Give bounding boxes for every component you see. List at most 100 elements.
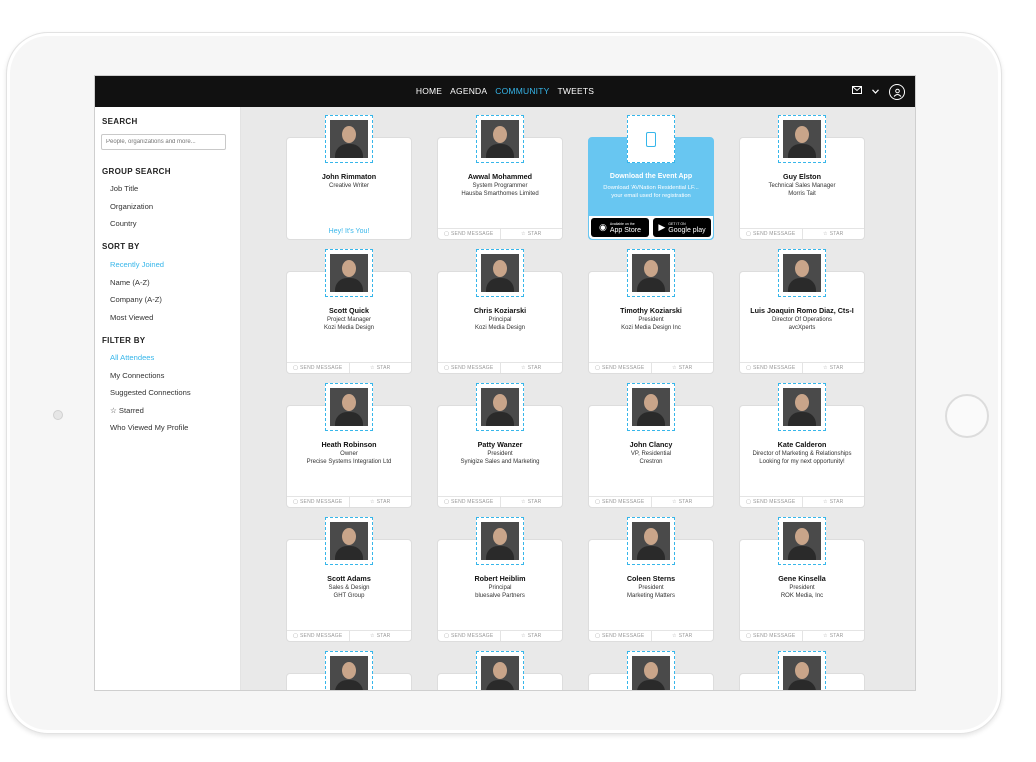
attendee-photo[interactable] bbox=[325, 383, 373, 431]
send-message-button[interactable]: ▢ SEND MESSAGE bbox=[438, 631, 500, 641]
star-button[interactable]: ☆ STAR bbox=[801, 363, 865, 373]
attendee-photo[interactable] bbox=[778, 517, 826, 565]
attendee-photo[interactable] bbox=[325, 115, 373, 163]
send-message-button[interactable]: ▢ SEND MESSAGE bbox=[287, 631, 349, 641]
attendee-photo[interactable] bbox=[778, 249, 826, 297]
send-message-button[interactable]: ▢ SEND MESSAGE bbox=[438, 229, 500, 239]
sort-item-company-a-z[interactable]: Company (A-Z) bbox=[110, 295, 162, 304]
user-avatar-icon[interactable] bbox=[889, 84, 905, 100]
star-button[interactable]: ☆ STAR bbox=[801, 631, 865, 641]
attendee-card[interactable]: Patty Wanzer President Synigize Sales and … bbox=[437, 383, 563, 508]
nav-link-agenda[interactable]: AGENDA bbox=[450, 76, 487, 107]
filter-item-my-connections[interactable]: My Connections bbox=[110, 371, 164, 380]
attendee-card[interactable]: ▢SEND MESSAGE☆STAR bbox=[739, 651, 865, 690]
attendee-photo[interactable] bbox=[476, 249, 524, 297]
attendee-name[interactable]: Guy Elston bbox=[740, 172, 864, 181]
attendee-card[interactable]: Scott Adams Sales & Design GHT Group ▢ SEND … bbox=[286, 517, 412, 642]
filter-item-all-attendees[interactable]: All Attendees bbox=[110, 353, 154, 362]
attendee-card[interactable]: Luis Joaquin Romo Diaz, Cts-I Director Of… bbox=[739, 249, 865, 374]
attendee-photo[interactable] bbox=[627, 249, 675, 297]
attendee-card[interactable]: ▢SEND MESSAGE☆STAR bbox=[437, 651, 563, 690]
nav-link-tweets[interactable]: TWEETS bbox=[558, 76, 595, 107]
send-message-button[interactable]: ▢ SEND MESSAGE bbox=[287, 363, 349, 373]
group-item-organization[interactable]: Organization bbox=[110, 202, 153, 211]
attendee-name[interactable]: Coleen Sterns bbox=[589, 574, 713, 583]
star-button[interactable]: ☆ STAR bbox=[801, 497, 865, 507]
sort-item-name-a-z[interactable]: Name (A-Z) bbox=[110, 278, 150, 287]
attendee-photo[interactable] bbox=[325, 517, 373, 565]
attendee-name[interactable]: Timothy Koziarski bbox=[589, 306, 713, 315]
attendee-card[interactable]: Chris Koziarski Principal Kozi Media Desig… bbox=[437, 249, 563, 374]
attendee-card[interactable]: Robert Heiblim Principal bluesalve Partner… bbox=[437, 517, 563, 642]
sort-item-most-viewed[interactable]: Most Viewed bbox=[110, 313, 153, 322]
attendee-card[interactable]: Coleen Sterns President Marketing Matters ▢… bbox=[588, 517, 714, 642]
nav-link-home[interactable]: HOME bbox=[416, 76, 442, 107]
attendee-photo[interactable] bbox=[778, 651, 826, 690]
star-button[interactable]: ☆ STAR bbox=[499, 229, 563, 239]
attendee-name[interactable]: Luis Joaquin Romo Diaz, Cts-I bbox=[740, 306, 864, 315]
attendee-card[interactable]: Guy Elston Technical Sales Manager Morris … bbox=[739, 115, 865, 240]
attendee-name[interactable]: Gene Kinsella bbox=[740, 574, 864, 583]
star-button[interactable]: ☆ STAR bbox=[650, 363, 714, 373]
star-button[interactable]: ☆ STAR bbox=[348, 631, 412, 641]
attendee-card[interactable]: ▢SEND MESSAGE☆STAR bbox=[588, 651, 714, 690]
attendee-card[interactable]: John Clancy VP, Residential Crestron ▢ SEND … bbox=[588, 383, 714, 508]
star-button[interactable]: ☆ STAR bbox=[650, 497, 714, 507]
group-item-job-title[interactable]: Job Title bbox=[110, 184, 138, 193]
attendee-name[interactable]: John Rimmaton bbox=[287, 172, 411, 181]
send-message-button[interactable]: ▢ SEND MESSAGE bbox=[740, 363, 802, 373]
attendee-photo[interactable] bbox=[325, 249, 373, 297]
attendee-photo[interactable] bbox=[476, 115, 524, 163]
filter-item-suggested-connections[interactable]: Suggested Connections bbox=[110, 388, 191, 397]
send-message-button[interactable]: ▢ SEND MESSAGE bbox=[287, 497, 349, 507]
attendee-name[interactable]: Robert Heiblim bbox=[438, 574, 562, 583]
group-item-country[interactable]: Country bbox=[110, 219, 137, 228]
attendee-photo[interactable] bbox=[476, 517, 524, 565]
filter-item-who-viewed-my-profile[interactable]: Who Viewed My Profile bbox=[110, 423, 188, 432]
home-button[interactable] bbox=[945, 394, 989, 438]
attendee-name[interactable]: Scott Quick bbox=[287, 306, 411, 315]
attendee-photo[interactable] bbox=[476, 383, 524, 431]
attendee-photo[interactable] bbox=[627, 383, 675, 431]
send-message-button[interactable]: ▢ SEND MESSAGE bbox=[740, 497, 802, 507]
star-button[interactable]: ☆ STAR bbox=[499, 363, 563, 373]
filter-item-starred[interactable]: ☆ Starred bbox=[110, 406, 144, 415]
send-message-button[interactable]: ▢ SEND MESSAGE bbox=[589, 631, 651, 641]
attendee-card[interactable]: Gene Kinsella President ROK Media, Inc ▢ SEN… bbox=[739, 517, 865, 642]
star-button[interactable]: ☆ STAR bbox=[801, 229, 865, 239]
nav-link-community[interactable]: COMMUNITY bbox=[495, 76, 549, 107]
send-message-button[interactable]: ▢ SEND MESSAGE bbox=[589, 497, 651, 507]
google-play-button[interactable]: ▶ GET IT ON Google play bbox=[653, 218, 711, 237]
attendee-name[interactable]: Heath Robinson bbox=[287, 440, 411, 449]
attendee-card[interactable]: Awwal Mohammed System Programmer Hausba Sm… bbox=[437, 115, 563, 240]
attendee-card[interactable]: Kate Calderon Director of Marketing & Rel… bbox=[739, 383, 865, 508]
attendee-name[interactable]: John Clancy bbox=[589, 440, 713, 449]
star-button[interactable]: ☆ STAR bbox=[499, 631, 563, 641]
attendee-photo[interactable] bbox=[325, 651, 373, 690]
send-message-button[interactable]: ▢ SEND MESSAGE bbox=[438, 363, 500, 373]
attendee-name[interactable]: Chris Koziarski bbox=[438, 306, 562, 315]
attendee-photo[interactable] bbox=[476, 651, 524, 690]
attendee-photo[interactable] bbox=[778, 115, 826, 163]
search-input[interactable] bbox=[101, 134, 226, 150]
attendee-card[interactable]: Scott Quick Project Manager Kozi Media Des… bbox=[286, 249, 412, 374]
attendee-card[interactable]: John Rimmaton Creative Writer Hey! It's Yo… bbox=[286, 115, 412, 240]
star-button[interactable]: ☆ STAR bbox=[499, 497, 563, 507]
star-button[interactable]: ☆ STAR bbox=[348, 363, 412, 373]
download-app-card[interactable]: Download the Event App Download 'AVNation… bbox=[588, 115, 714, 240]
attendee-card[interactable]: Heath Robinson Owner Precise Systems Integ… bbox=[286, 383, 412, 508]
attendee-photo[interactable] bbox=[627, 651, 675, 690]
send-message-button[interactable]: ▢ SEND MESSAGE bbox=[740, 631, 802, 641]
send-message-button[interactable]: ▢ SEND MESSAGE bbox=[589, 363, 651, 373]
attendee-card[interactable]: ▢SEND MESSAGE☆STAR bbox=[286, 651, 412, 690]
attendee-name[interactable]: Awwal Mohammed bbox=[438, 172, 562, 181]
star-button[interactable]: ☆ STAR bbox=[650, 631, 714, 641]
chevron-down-icon[interactable] bbox=[872, 84, 879, 100]
send-message-button[interactable]: ▢ SEND MESSAGE bbox=[438, 497, 500, 507]
mail-icon[interactable] bbox=[852, 84, 862, 100]
star-button[interactable]: ☆ STAR bbox=[348, 497, 412, 507]
attendee-name[interactable]: Scott Adams bbox=[287, 574, 411, 583]
send-message-button[interactable]: ▢ SEND MESSAGE bbox=[740, 229, 802, 239]
attendee-name[interactable]: Patty Wanzer bbox=[438, 440, 562, 449]
sort-item-recently-joined[interactable]: Recently Joined bbox=[110, 260, 164, 269]
